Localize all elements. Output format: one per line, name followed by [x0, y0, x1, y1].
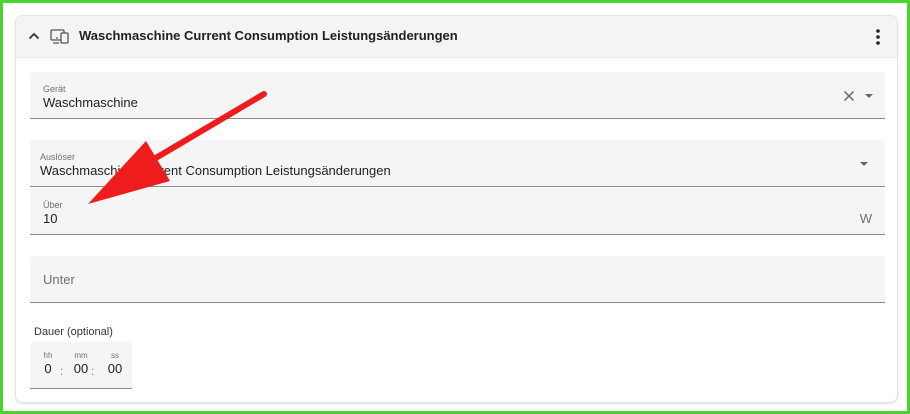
below-placeholder: Unter [43, 272, 75, 287]
seconds-field[interactable]: ss 00 [104, 351, 126, 376]
dropdown-arrow-icon[interactable] [863, 92, 875, 100]
card-header[interactable]: Waschmaschine Current Consumption Leistu… [16, 16, 897, 58]
chevron-up-icon[interactable] [26, 28, 42, 44]
trigger-value: Waschmaschine Current Consumption Leistu… [40, 163, 391, 178]
device-select[interactable]: Gerät Waschmaschine [30, 72, 885, 119]
above-input[interactable]: Über 10 W [30, 188, 885, 235]
above-label: Über [43, 200, 63, 210]
trigger-select[interactable]: Auslöser Waschmaschine Current Consumpti… [30, 140, 885, 187]
more-vert-icon[interactable] [868, 26, 888, 48]
condition-card: Waschmaschine Current Consumption Leistu… [15, 15, 898, 403]
hours-value: 0 [44, 361, 52, 376]
hours-unit: hh [43, 351, 53, 360]
below-input[interactable]: Unter [30, 256, 885, 303]
device-label: Gerät [43, 84, 66, 94]
time-separator: : [60, 364, 64, 378]
hours-field[interactable]: hh 0 [40, 351, 56, 376]
device-value: Waschmaschine [43, 95, 138, 110]
minutes-field[interactable]: mm 00 [70, 351, 92, 376]
above-value: 10 [43, 211, 58, 226]
trigger-label: Auslöser [40, 152, 76, 162]
seconds-value: 00 [107, 361, 123, 376]
dropdown-arrow-icon[interactable] [858, 160, 870, 168]
card-title: Waschmaschine Current Consumption Leistu… [79, 28, 458, 43]
device-icon [50, 29, 69, 44]
minutes-unit: mm [74, 351, 88, 360]
minutes-value: 00 [73, 361, 89, 376]
seconds-unit: ss [111, 351, 119, 360]
screenshot-frame: Waschmaschine Current Consumption Leistu… [3, 3, 907, 411]
above-unit: W [859, 211, 872, 226]
clear-icon[interactable] [842, 89, 856, 103]
time-separator: : [91, 364, 95, 378]
duration-input[interactable]: hh 0 : mm 00 : ss 00 [30, 342, 132, 389]
duration-label: Dauer (optional) [34, 326, 113, 338]
